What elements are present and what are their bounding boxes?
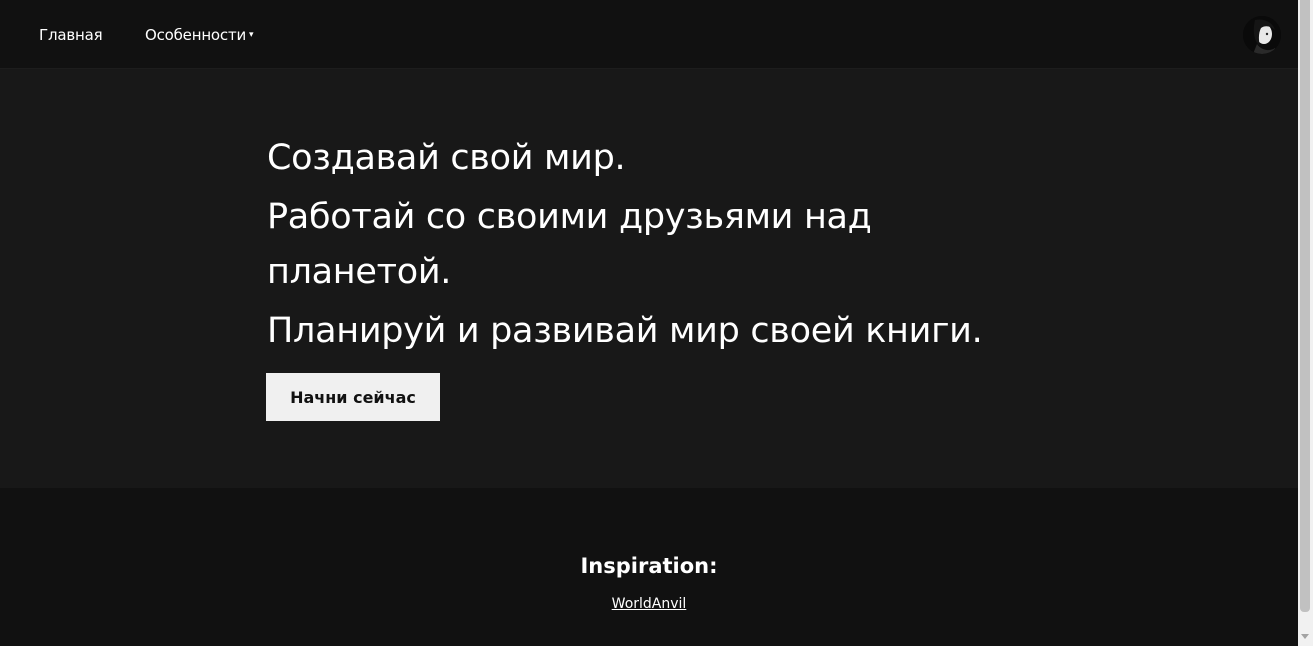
hero-headline: Создавай свой мир. Работай со своими дру…	[267, 131, 1027, 359]
start-now-button[interactable]: Начни сейчас	[266, 373, 440, 421]
hero-line-1: Создавай свой мир.	[267, 138, 626, 178]
footer-link-wrapper: WorldAnvil	[0, 596, 1298, 612]
nav-features-label: Особенности	[145, 26, 247, 44]
footer: Inspiration: WorldAnvil	[0, 488, 1298, 646]
hero-line-3: Планируй и развивай мир своей книги.	[267, 311, 983, 351]
page: Главная Особенности ▾ Создавай свой мир. …	[0, 0, 1298, 646]
top-navbar: Главная Особенности ▾	[0, 0, 1298, 69]
caret-down-icon: ▾	[249, 30, 254, 40]
footer-title: Inspiration:	[580, 554, 718, 578]
scrollbar-thumb[interactable]	[1300, 0, 1310, 612]
nav-home-link[interactable]: Главная	[39, 26, 103, 44]
avatar[interactable]	[1243, 16, 1281, 54]
worldanvil-link[interactable]: WorldAnvil	[612, 596, 687, 612]
hero-line-2: Работай со своими друзьями над планетой.	[267, 197, 872, 292]
avatar-image-icon	[1243, 16, 1281, 54]
scroll-down-arrow-icon[interactable]	[1301, 634, 1309, 639]
hero-section: Создавай свой мир. Работай со своими дру…	[0, 69, 1298, 488]
nav-features-dropdown[interactable]: Особенности ▾	[145, 26, 254, 44]
nav-home-label: Главная	[39, 26, 103, 44]
